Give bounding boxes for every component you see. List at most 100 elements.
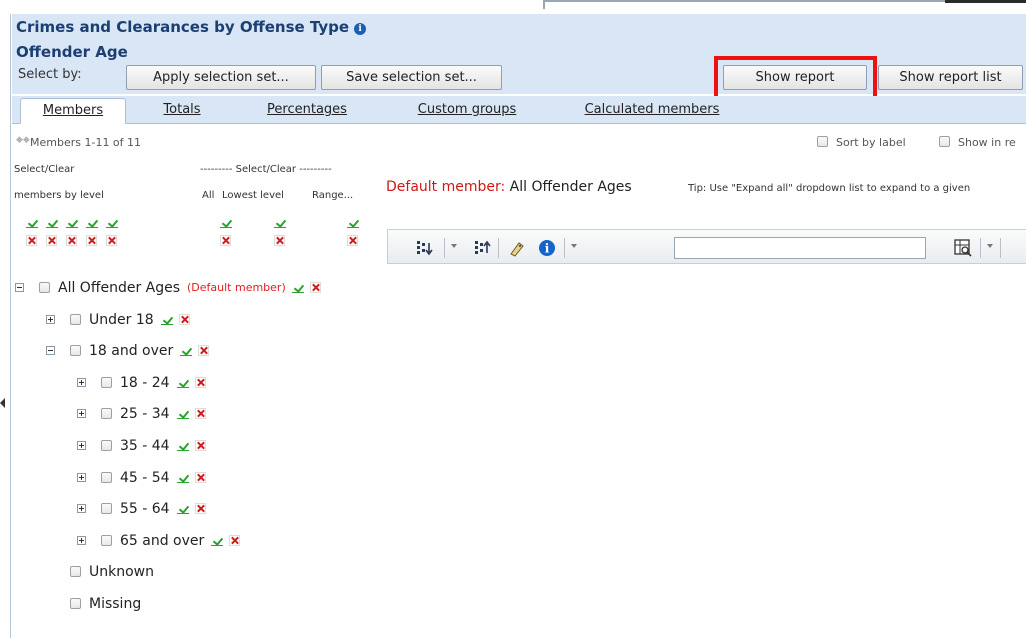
show-report-list-button[interactable]: Show report list bbox=[878, 65, 1023, 90]
tab-calculated-members-label: Calculated members bbox=[584, 102, 720, 117]
check-icon[interactable] bbox=[106, 217, 119, 228]
select-children-check-icon[interactable] bbox=[292, 282, 305, 293]
tab-percentages[interactable]: Percentages bbox=[247, 98, 367, 124]
member-checkbox[interactable] bbox=[70, 345, 81, 356]
member-checkbox[interactable] bbox=[39, 282, 50, 293]
info-dropdown-icon[interactable] bbox=[571, 244, 577, 248]
member-checkbox[interactable] bbox=[101, 408, 112, 419]
cross-icon[interactable] bbox=[46, 235, 57, 246]
collapse-icon[interactable] bbox=[46, 346, 55, 355]
left-splitter[interactable] bbox=[0, 14, 11, 638]
select-lowest-check-icon[interactable] bbox=[274, 217, 287, 228]
member-label: 18 - 24 bbox=[120, 375, 170, 391]
clear-children-cross-icon[interactable] bbox=[198, 345, 209, 356]
check-icon[interactable] bbox=[46, 217, 59, 228]
member-label: Under 18 bbox=[89, 312, 154, 328]
clear-children-cross-icon[interactable] bbox=[195, 503, 206, 514]
member-checkbox[interactable] bbox=[101, 377, 112, 388]
tag-icon[interactable] bbox=[508, 239, 526, 257]
info-icon[interactable]: i bbox=[538, 239, 556, 257]
check-icon[interactable] bbox=[86, 217, 99, 228]
save-selection-set-button[interactable]: Save selection set... bbox=[321, 65, 502, 90]
navigation-row: ◆◆ Members 1-11 of 11 Sort by label Show… bbox=[12, 126, 1026, 162]
tab-calculated-members[interactable]: Calculated members bbox=[567, 98, 737, 124]
member-label: 18 and over bbox=[89, 343, 174, 359]
select-children-check-icon[interactable] bbox=[180, 345, 193, 356]
expand-icon[interactable] bbox=[77, 378, 86, 387]
clear-lowest-cross-icon[interactable] bbox=[274, 235, 285, 246]
separator bbox=[1000, 238, 1001, 258]
report-title: Crimes and Clearances by Offense Type i bbox=[16, 18, 367, 36]
app-window: Crimes and Clearances by Offense Type i O… bbox=[0, 0, 1026, 638]
clear-children-cross-icon[interactable] bbox=[195, 440, 206, 451]
member-label: 55 - 64 bbox=[120, 501, 170, 517]
tab-totals[interactable]: Totals bbox=[137, 98, 227, 124]
select-children-check-icon[interactable] bbox=[161, 314, 174, 325]
expand-all-icon[interactable] bbox=[416, 239, 434, 257]
clear-children-cross-icon[interactable] bbox=[195, 472, 206, 483]
collapse-all-icon[interactable] bbox=[474, 239, 492, 257]
dimension-title: Offender Age bbox=[16, 43, 128, 61]
clear-children-cross-icon[interactable] bbox=[195, 377, 206, 388]
member-count: Members 1-11 of 11 bbox=[30, 136, 142, 149]
sort-by-label-checkbox[interactable] bbox=[817, 136, 828, 147]
select-by-label: Select by: bbox=[18, 67, 82, 82]
cross-icon[interactable] bbox=[86, 235, 97, 246]
tree-toolbar: i bbox=[387, 229, 1026, 264]
show-in-report-checkbox[interactable] bbox=[939, 136, 950, 147]
member-checkbox[interactable] bbox=[101, 472, 112, 483]
member-label: 65 and over bbox=[120, 533, 205, 549]
search-input[interactable] bbox=[674, 237, 926, 259]
expand-icon[interactable] bbox=[46, 315, 55, 324]
select-children-check-icon[interactable] bbox=[177, 377, 190, 388]
find-member-icon[interactable] bbox=[954, 239, 972, 257]
lowest-level-label: Lowest level bbox=[222, 190, 284, 201]
find-dropdown-icon[interactable] bbox=[987, 244, 993, 248]
expand-icon[interactable] bbox=[77, 536, 86, 545]
clear-children-cross-icon[interactable] bbox=[195, 408, 206, 419]
select-children-check-icon[interactable] bbox=[177, 408, 190, 419]
apply-selection-set-button[interactable]: Apply selection set... bbox=[126, 65, 316, 90]
tab-percentages-label: Percentages bbox=[267, 102, 347, 117]
cross-icon[interactable] bbox=[26, 235, 37, 246]
expand-icon[interactable] bbox=[77, 441, 86, 450]
page-arrows-icon[interactable]: ◆◆ bbox=[16, 135, 30, 145]
expand-icon[interactable] bbox=[77, 504, 86, 513]
check-icon[interactable] bbox=[66, 217, 79, 228]
member-checkbox[interactable] bbox=[101, 503, 112, 514]
separator bbox=[980, 238, 981, 258]
expand-icon[interactable] bbox=[77, 409, 86, 418]
cross-icon[interactable] bbox=[66, 235, 77, 246]
select-children-check-icon[interactable] bbox=[177, 472, 190, 483]
tab-totals-label: Totals bbox=[163, 102, 201, 117]
clear-children-cross-icon[interactable] bbox=[310, 282, 321, 293]
info-icon[interactable]: i bbox=[354, 23, 367, 35]
clear-all-cross-icon[interactable] bbox=[220, 235, 231, 246]
member-checkbox[interactable] bbox=[101, 535, 112, 546]
select-children-check-icon[interactable] bbox=[177, 440, 190, 451]
default-member-value: All Offender Ages bbox=[509, 179, 632, 195]
expand-icon[interactable] bbox=[77, 473, 86, 482]
select-all-check-icon[interactable] bbox=[220, 217, 233, 228]
member-label: 35 - 44 bbox=[120, 438, 170, 454]
select-range-check-icon[interactable] bbox=[347, 217, 360, 228]
member-checkbox[interactable] bbox=[70, 314, 81, 325]
all-label: All bbox=[202, 190, 215, 201]
member-label: Missing bbox=[89, 596, 142, 612]
select-children-check-icon[interactable] bbox=[211, 535, 224, 546]
check-icon[interactable] bbox=[26, 217, 39, 228]
clear-children-cross-icon[interactable] bbox=[179, 314, 190, 325]
member-checkbox[interactable] bbox=[101, 440, 112, 451]
tab-members[interactable]: Members bbox=[20, 98, 126, 124]
tab-custom-groups[interactable]: Custom groups bbox=[395, 98, 539, 124]
member-checkbox[interactable] bbox=[70, 598, 81, 609]
member-checkbox[interactable] bbox=[70, 566, 81, 577]
member-label: All Offender Ages bbox=[58, 280, 181, 296]
collapse-arrow-icon[interactable] bbox=[0, 398, 5, 408]
expand-dropdown-icon[interactable] bbox=[451, 244, 457, 248]
clear-range-cross-icon[interactable] bbox=[347, 235, 358, 246]
cross-icon[interactable] bbox=[106, 235, 117, 246]
collapse-icon[interactable] bbox=[15, 283, 24, 292]
select-children-check-icon[interactable] bbox=[177, 503, 190, 514]
clear-children-cross-icon[interactable] bbox=[229, 535, 240, 546]
